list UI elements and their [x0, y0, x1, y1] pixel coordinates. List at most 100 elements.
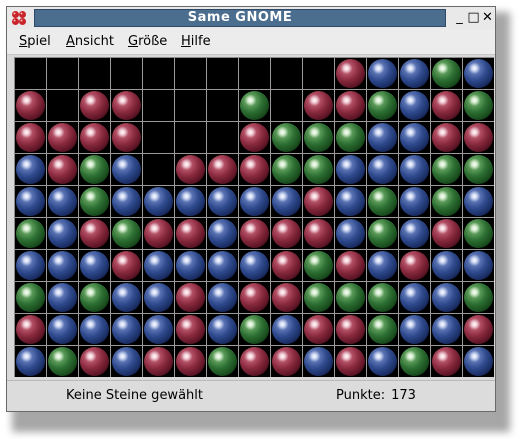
board-cell-blue[interactable] [239, 250, 270, 281]
board-cell-red[interactable] [431, 90, 462, 121]
board-cell-red[interactable] [239, 218, 270, 249]
board-cell-red[interactable] [239, 282, 270, 313]
blue-ball[interactable] [208, 283, 237, 312]
board-cell-blue[interactable] [207, 250, 238, 281]
board-cell-empty[interactable] [47, 58, 78, 89]
board-cell-green[interactable] [431, 58, 462, 89]
board-cell-blue[interactable] [431, 250, 462, 281]
red-ball[interactable] [176, 315, 205, 344]
board-cell-red[interactable] [399, 250, 430, 281]
board-cell-blue[interactable] [367, 250, 398, 281]
board-cell-green[interactable] [303, 154, 334, 185]
blue-ball[interactable] [400, 155, 429, 184]
green-ball[interactable] [432, 59, 461, 88]
green-ball[interactable] [16, 283, 45, 312]
blue-ball[interactable] [208, 187, 237, 216]
board-cell-red[interactable] [15, 122, 46, 153]
board-cell-blue[interactable] [143, 186, 174, 217]
blue-ball[interactable] [464, 187, 493, 216]
board-cell-empty[interactable] [207, 58, 238, 89]
board-cell-red[interactable] [271, 282, 302, 313]
green-ball[interactable] [80, 187, 109, 216]
board-cell-red[interactable] [79, 122, 110, 153]
blue-ball[interactable] [432, 251, 461, 280]
green-ball[interactable] [464, 219, 493, 248]
red-ball[interactable] [240, 347, 269, 376]
blue-ball[interactable] [112, 187, 141, 216]
board-cell-blue[interactable] [207, 186, 238, 217]
board-cell-empty[interactable] [271, 58, 302, 89]
board-cell-green[interactable] [303, 282, 334, 313]
board-cell-red[interactable] [175, 218, 206, 249]
menu-spiel[interactable]: Spiel [19, 34, 51, 49]
board-cell-red[interactable] [47, 122, 78, 153]
red-ball[interactable] [144, 347, 173, 376]
board-cell-blue[interactable] [463, 250, 494, 281]
red-ball[interactable] [208, 155, 237, 184]
blue-ball[interactable] [272, 315, 301, 344]
board-cell-blue[interactable] [399, 122, 430, 153]
blue-ball[interactable] [144, 187, 173, 216]
green-ball[interactable] [272, 155, 301, 184]
board-cell-blue[interactable] [239, 186, 270, 217]
blue-ball[interactable] [336, 155, 365, 184]
blue-ball[interactable] [336, 219, 365, 248]
board-cell-red[interactable] [239, 346, 270, 377]
board-cell-blue[interactable] [111, 154, 142, 185]
blue-ball[interactable] [464, 251, 493, 280]
board-cell-blue[interactable] [335, 218, 366, 249]
red-ball[interactable] [80, 219, 109, 248]
board-cell-green[interactable] [335, 282, 366, 313]
board-cell-empty[interactable] [303, 58, 334, 89]
green-ball[interactable] [304, 123, 333, 152]
board-cell-blue[interactable] [463, 58, 494, 89]
red-ball[interactable] [336, 315, 365, 344]
red-ball[interactable] [304, 219, 333, 248]
board-cell-empty[interactable] [143, 154, 174, 185]
blue-ball[interactable] [400, 59, 429, 88]
board-cell-green[interactable] [111, 218, 142, 249]
board-cell-red[interactable] [271, 250, 302, 281]
board-cell-red[interactable] [303, 90, 334, 121]
blue-ball[interactable] [16, 155, 45, 184]
red-ball[interactable] [48, 123, 77, 152]
board-cell-blue[interactable] [303, 346, 334, 377]
blue-ball[interactable] [112, 283, 141, 312]
blue-ball[interactable] [400, 315, 429, 344]
blue-ball[interactable] [208, 251, 237, 280]
red-ball[interactable] [400, 251, 429, 280]
board-cell-blue[interactable] [367, 58, 398, 89]
blue-ball[interactable] [16, 187, 45, 216]
board-cell-red[interactable] [431, 218, 462, 249]
board-cell-green[interactable] [463, 282, 494, 313]
red-ball[interactable] [176, 155, 205, 184]
board-cell-blue[interactable] [15, 154, 46, 185]
board-cell-blue[interactable] [463, 186, 494, 217]
board-cell-red[interactable] [79, 346, 110, 377]
board-cell-red[interactable] [175, 154, 206, 185]
blue-ball[interactable] [48, 283, 77, 312]
red-ball[interactable] [272, 219, 301, 248]
board-cell-red[interactable] [175, 314, 206, 345]
board-cell-blue[interactable] [431, 314, 462, 345]
game-board[interactable] [14, 57, 494, 377]
green-ball[interactable] [304, 155, 333, 184]
green-ball[interactable] [368, 219, 397, 248]
board-cell-blue[interactable] [335, 154, 366, 185]
red-ball[interactable] [272, 283, 301, 312]
menu-groesse[interactable]: Größe [128, 34, 167, 49]
board-cell-empty[interactable] [207, 122, 238, 153]
board-cell-red[interactable] [335, 314, 366, 345]
blue-ball[interactable] [80, 251, 109, 280]
board-cell-empty[interactable] [47, 90, 78, 121]
red-ball[interactable] [464, 123, 493, 152]
red-ball[interactable] [432, 347, 461, 376]
board-cell-blue[interactable] [207, 282, 238, 313]
board-cell-red[interactable] [303, 218, 334, 249]
red-ball[interactable] [336, 347, 365, 376]
board-cell-blue[interactable] [399, 90, 430, 121]
board-cell-red[interactable] [47, 154, 78, 185]
blue-ball[interactable] [176, 251, 205, 280]
board-cell-blue[interactable] [111, 314, 142, 345]
menu-ansicht[interactable]: Ansicht [66, 34, 114, 49]
